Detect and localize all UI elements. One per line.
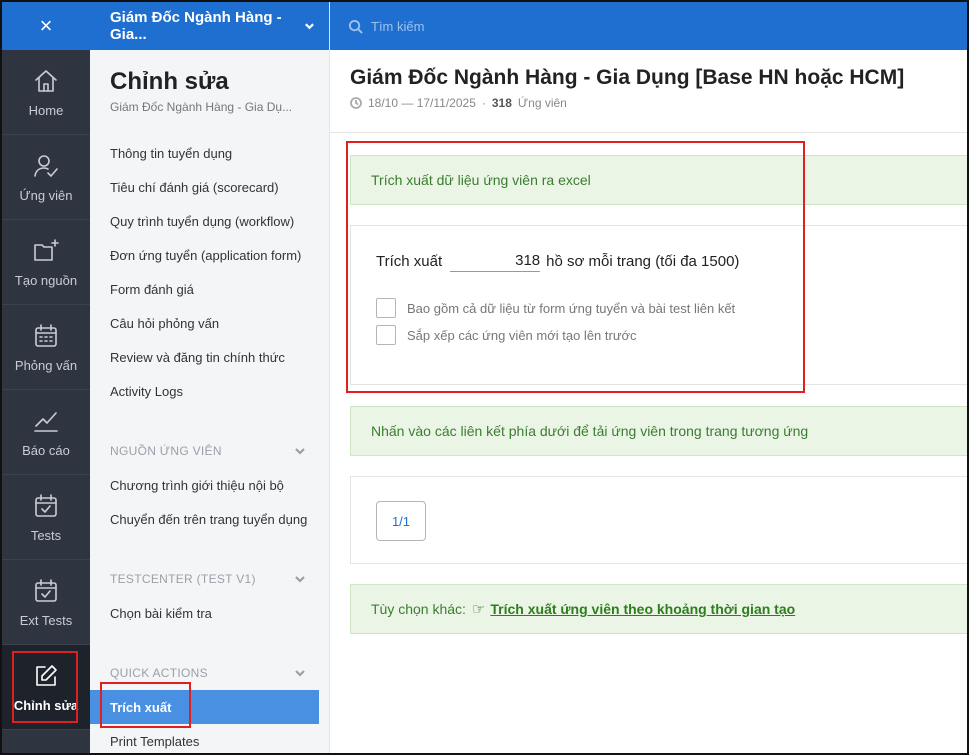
- section-testcenter-label: TESTCENTER (TEST V1): [110, 572, 256, 586]
- chart-line-icon: [34, 411, 58, 432]
- edit-menu: Thông tin tuyển dụng Tiêu chí đánh giá (…: [90, 136, 329, 755]
- nav-sourcing[interactable]: Tạo nguồn: [2, 220, 90, 305]
- chevron-down-icon: [295, 448, 305, 455]
- menu-evaluation-form[interactable]: Form đánh giá: [90, 272, 329, 306]
- nav-interviews-label: Phỏng vấn: [14, 357, 78, 373]
- pointing-hand-icon: ☞: [471, 601, 486, 618]
- menu-activity-logs[interactable]: Activity Logs: [90, 374, 329, 408]
- nav-reports-label: Báo cáo: [22, 442, 70, 458]
- menu-choose-test[interactable]: Chọn bài kiểm tra: [90, 596, 329, 630]
- menu-application-form[interactable]: Đơn ứng tuyển (application form): [90, 238, 329, 272]
- section-sources-label: NGUỒN ỨNG VIÊN: [110, 444, 222, 458]
- date-range: 18/10 — 17/11/2025: [368, 96, 476, 110]
- test-icon: [35, 493, 57, 517]
- candidate-label: Ứng viên: [517, 96, 567, 110]
- nav-reports[interactable]: Báo cáo: [2, 390, 90, 475]
- menu-job-info[interactable]: Thông tin tuyển dụng: [90, 136, 329, 170]
- nav-ext-tests-label: Ext Tests: [19, 612, 73, 628]
- home-icon: [35, 69, 57, 92]
- nav-home-label: Home: [28, 102, 64, 118]
- close-icon: ×: [39, 13, 53, 38]
- user-check-icon: [34, 154, 58, 177]
- nav-tests[interactable]: Tests: [2, 475, 90, 560]
- section-sources[interactable]: NGUỒN ỨNG VIÊN: [90, 434, 329, 468]
- calendar-icon: [35, 323, 57, 347]
- section-quick-label: QUICK ACTIONS: [110, 666, 208, 680]
- close-nav-button[interactable]: ×: [2, 2, 90, 50]
- menu-careers-page[interactable]: Chuyển đến trên trang tuyển dụng: [90, 502, 329, 536]
- job-selector-label: Giám Đốc Ngành Hàng - Gia...: [110, 9, 282, 43]
- job-meta: 18/10 — 17/11/2025 · 318 Ứng viên: [350, 96, 567, 110]
- export-by-date-link[interactable]: Trích xuất ứng viên theo khoảng thời gia…: [490, 601, 795, 617]
- search-input[interactable]: Tìm kiếm: [371, 19, 424, 34]
- page-title: Giám Đốc Ngành Hàng - Gia Dụng [Base HN …: [350, 66, 905, 89]
- nav-tests-label: Tests: [30, 527, 62, 543]
- job-selector[interactable]: Giám Đốc Ngành Hàng - Gia...: [90, 2, 329, 50]
- menu-review-publish[interactable]: Review và đăng tin chính thức: [90, 340, 329, 374]
- other-options-label: Tùy chọn khác:: [371, 601, 466, 617]
- section-testcenter[interactable]: TESTCENTER (TEST V1): [90, 562, 329, 596]
- highlight-box-menu: [100, 682, 191, 728]
- candidate-count: 318: [491, 96, 512, 110]
- ext-test-icon: [35, 578, 57, 602]
- download-hint-text: Nhấn vào các liên kết phía dưới để tải ứ…: [371, 423, 809, 439]
- other-options-alert: Tùy chọn khác: ☞ Trích xuất ứng viên the…: [350, 584, 969, 634]
- chevron-down-icon: [305, 23, 314, 30]
- nav-sourcing-label: Tạo nguồn: [14, 272, 78, 288]
- highlight-box-export: [346, 141, 805, 393]
- menu-interview-questions[interactable]: Câu hỏi phỏng vấn: [90, 306, 329, 340]
- edit-side-panel: Giám Đốc Ngành Hàng - Gia... Chỉnh sửa G…: [90, 2, 330, 753]
- menu-scorecard[interactable]: Tiêu chí đánh giá (scorecard): [90, 170, 329, 204]
- menu-internal-referral[interactable]: Chương trình giới thiệu nội bộ: [90, 468, 329, 502]
- clock-icon: [350, 97, 362, 109]
- meta-separator: ·: [481, 96, 486, 110]
- chevron-down-icon: [295, 576, 305, 583]
- nav-candidates[interactable]: Ứng viên: [2, 135, 90, 220]
- main-nav-rail: × Home Ứng viên Tạo nguồn Phỏng vấn Báo …: [2, 2, 90, 753]
- page-link-button[interactable]: 1/1: [376, 501, 426, 541]
- menu-workflow[interactable]: Quy trình tuyển dụng (workflow): [90, 204, 329, 238]
- nav-home[interactable]: Home: [2, 50, 90, 135]
- nav-interviews[interactable]: Phỏng vấn: [2, 305, 90, 390]
- search-icon: [348, 19, 363, 34]
- header-divider: [330, 132, 967, 133]
- search-bar[interactable]: Tìm kiếm: [330, 2, 967, 50]
- pages-card: 1/1: [350, 476, 969, 564]
- highlight-box-rail: [12, 651, 78, 723]
- download-hint-alert: Nhấn vào các liên kết phía dưới để tải ứ…: [350, 406, 969, 456]
- nav-ext-tests[interactable]: Ext Tests: [2, 560, 90, 645]
- panel-title: Chỉnh sửa: [110, 68, 229, 95]
- folder-plus-icon: [34, 238, 59, 261]
- chevron-down-icon: [295, 670, 305, 677]
- panel-subtitle: Giám Đốc Ngành Hàng - Gia Dụ...: [110, 100, 293, 114]
- nav-candidates-label: Ứng viên: [19, 187, 73, 203]
- menu-print-templates[interactable]: Print Templates: [90, 724, 329, 755]
